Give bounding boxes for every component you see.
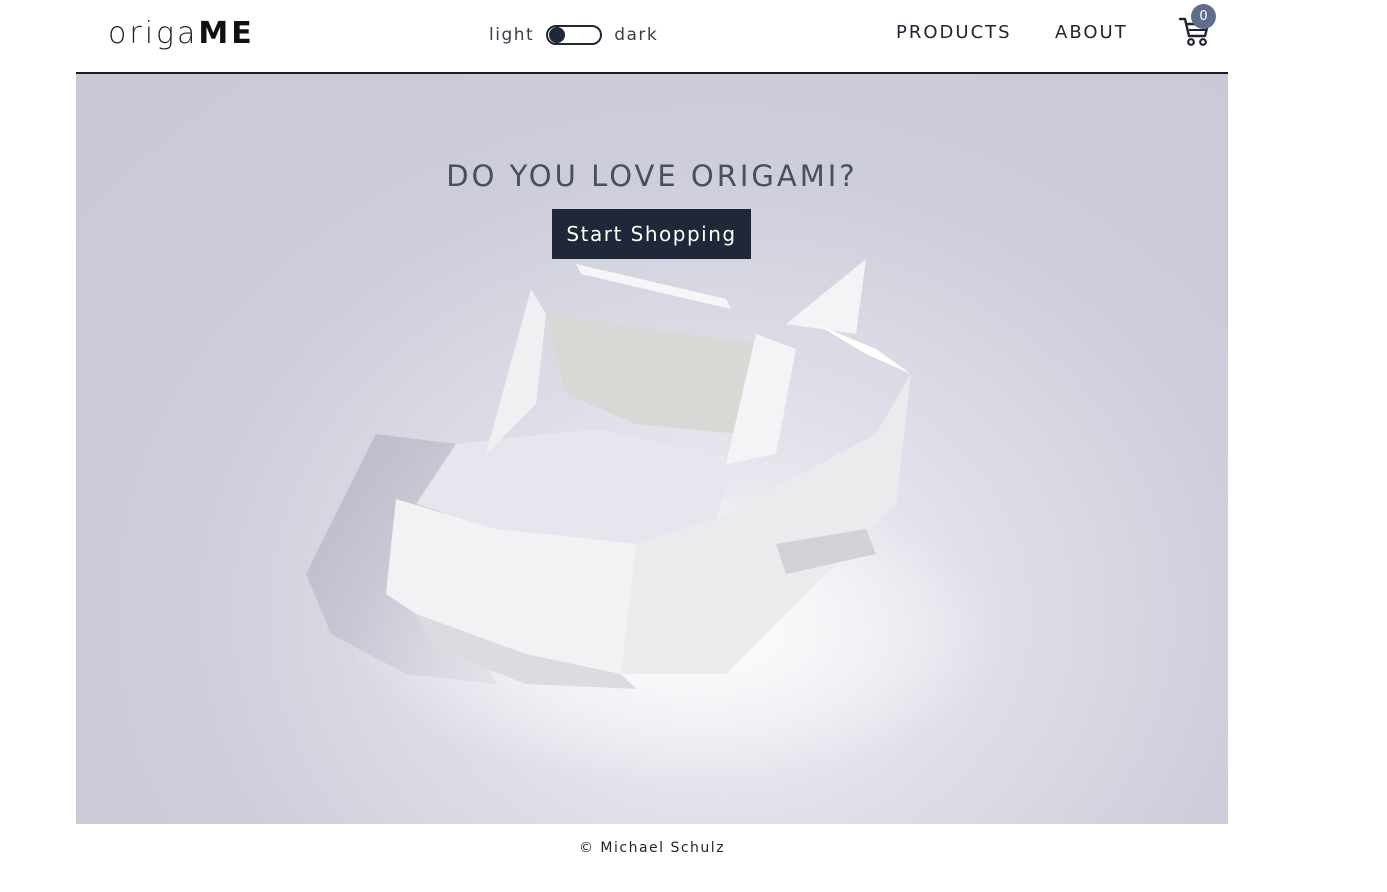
logo-light-part: origa	[108, 16, 199, 51]
hero-section: DO YOU LOVE ORIGAMI? Start Shopping	[76, 74, 1228, 824]
nav-about-link[interactable]: ABOUT	[1055, 22, 1128, 43]
page: origaME light dark PRODUCTS ABOUT 0 DO Y…	[0, 0, 1387, 892]
logo[interactable]: origaME	[108, 16, 255, 51]
theme-light-label: light	[489, 25, 535, 45]
theme-toggle-group: light dark	[489, 22, 658, 48]
nav-products-link[interactable]: PRODUCTS	[896, 22, 1012, 43]
theme-dark-label: dark	[614, 25, 659, 45]
cart-count-badge: 0	[1191, 4, 1216, 29]
theme-toggle-knob	[549, 27, 566, 43]
start-shopping-button[interactable]: Start Shopping	[552, 209, 751, 259]
logo-bold-part: ME	[198, 16, 255, 51]
footer-copyright: © Michael Schulz	[578, 840, 726, 856]
theme-toggle-switch[interactable]	[546, 25, 603, 45]
hero-title: DO YOU LOVE ORIGAMI?	[446, 159, 858, 194]
site-header: origaME light dark PRODUCTS ABOUT 0	[76, 0, 1228, 74]
